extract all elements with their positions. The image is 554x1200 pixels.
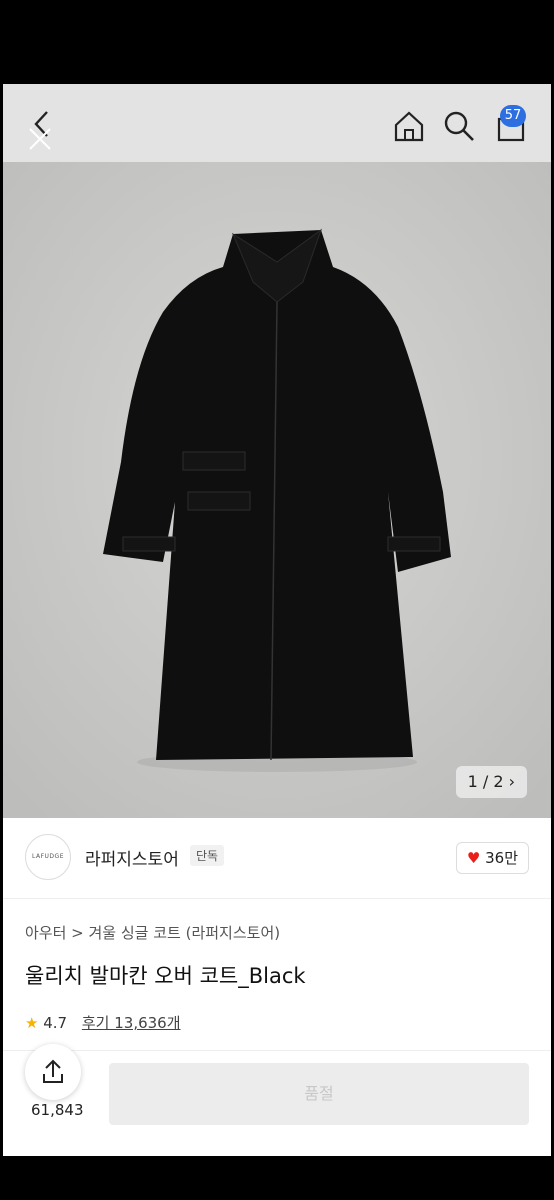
close-icon[interactable] — [25, 124, 55, 154]
like-count: 61,843 — [31, 1101, 84, 1119]
share-button[interactable] — [25, 1044, 81, 1100]
product-image[interactable]: 1 / 2 › — [3, 162, 551, 818]
bottom-bar: 61,843 품절 — [3, 1050, 551, 1156]
store-row[interactable]: LAFUDGE 라퍼지스토어 단독 ♥ 36만 — [3, 818, 551, 899]
product-title: 울리치 발마칸 오버 코트_Black — [25, 964, 306, 988]
search-icon[interactable] — [441, 108, 477, 144]
gallery-pager[interactable]: 1 / 2 › — [455, 766, 527, 798]
breadcrumb[interactable]: 아우터 > 겨울 싱글 코트 (라퍼지스토어) — [25, 922, 280, 943]
store-like-button[interactable]: ♥ 36만 — [455, 842, 529, 874]
store-name[interactable]: 라퍼지스토어 — [85, 845, 179, 870]
sold-out-button[interactable]: 품절 — [109, 1063, 529, 1125]
home-icon[interactable] — [391, 108, 427, 144]
rating-value: 4.7 — [43, 1014, 68, 1032]
review-link[interactable]: 후기 13,636개 — [82, 1014, 181, 1032]
cart-badge: 57 — [500, 105, 526, 127]
rating-row[interactable]: ★ 4.7 후기 13,636개 — [25, 1012, 181, 1033]
app-frame: 57 1 / 2 › LAFUDGE 라퍼지스토어 단독 ♥ 36만 아우터 >… — [3, 84, 551, 1156]
share-icon — [43, 1059, 63, 1083]
coat-image — [3, 162, 551, 818]
heart-icon: ♥ — [466, 849, 481, 867]
exclusive-badge: 단독 — [190, 845, 225, 866]
store-like-count: 36만 — [485, 849, 518, 867]
top-bar: 57 — [3, 84, 551, 162]
star-icon: ★ — [25, 1014, 39, 1032]
store-logo[interactable]: LAFUDGE — [25, 834, 71, 880]
